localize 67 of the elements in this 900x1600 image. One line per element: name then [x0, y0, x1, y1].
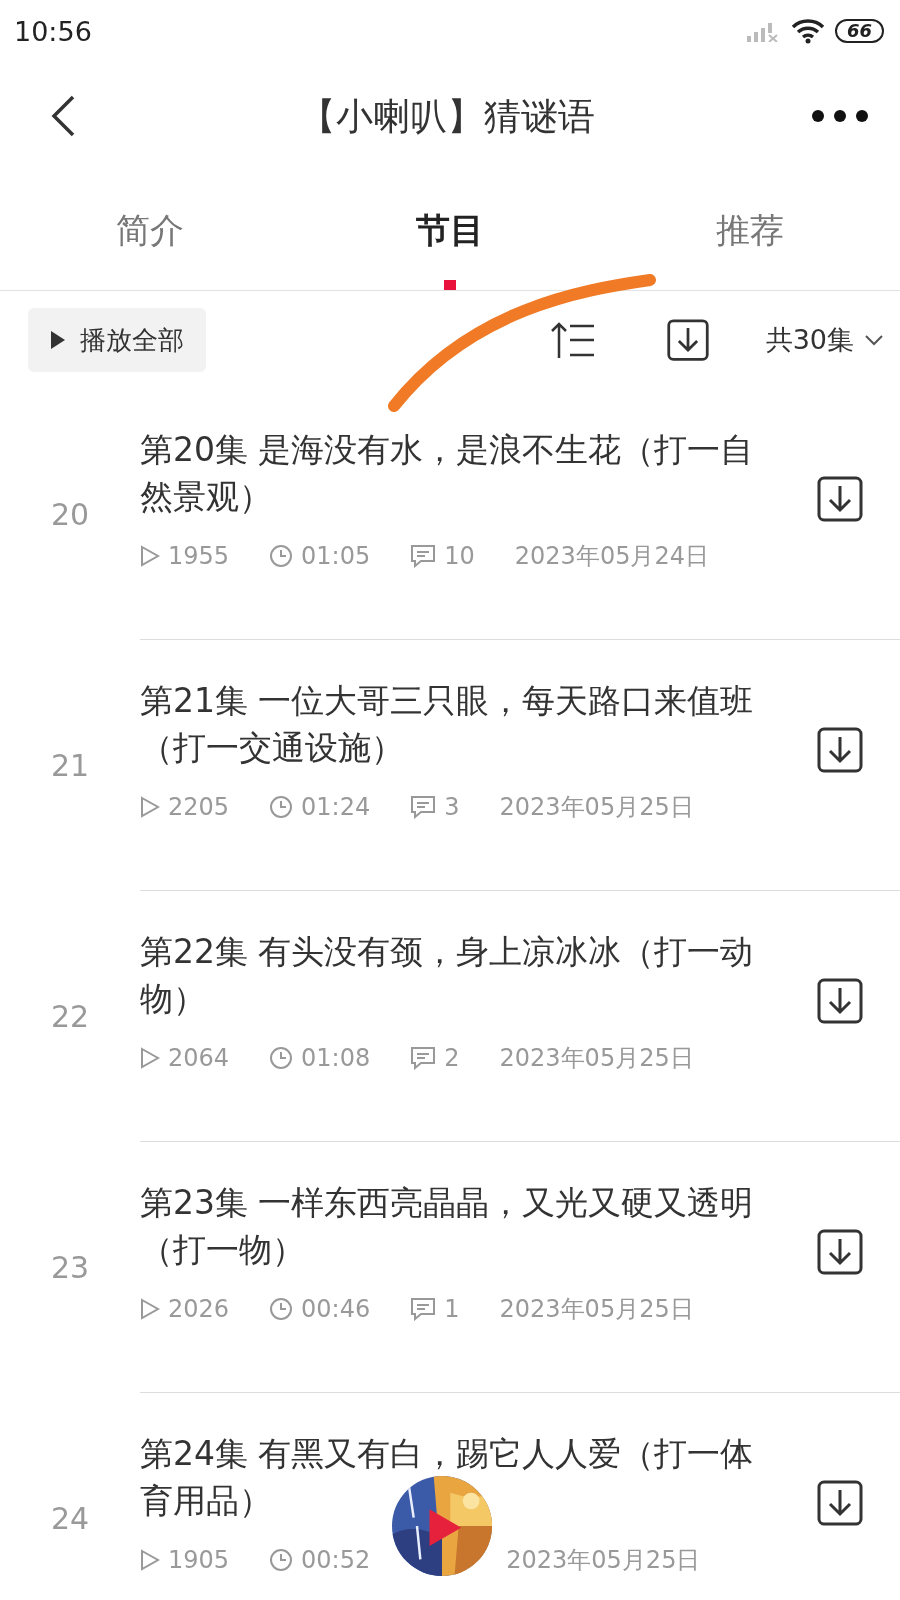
tab[interactable]: 节目	[300, 172, 600, 290]
download-button[interactable]	[816, 1228, 864, 1276]
episode-date: 2023年05月24日	[514, 541, 709, 572]
download-icon	[816, 1479, 864, 1527]
play-count: 1905	[168, 1546, 230, 1574]
play-count: 1955	[168, 542, 230, 570]
comment-count: 1	[444, 1295, 460, 1323]
clock-icon	[269, 544, 294, 568]
episode-date: 2023年05月25日	[499, 1294, 694, 1325]
episode-title[interactable]: 第23集 一样东西亮晶晶，又光又硬又透明（打一物）	[140, 1179, 765, 1273]
comment-count: 2	[444, 1044, 460, 1072]
sort-button[interactable]	[549, 320, 596, 360]
comment-icon	[410, 1046, 437, 1070]
episode-count-dropdown[interactable]: 共30集	[765, 322, 884, 358]
download-button[interactable]	[816, 1479, 864, 1527]
comment-icon	[410, 795, 437, 819]
play-icon	[140, 796, 160, 818]
download-all-button[interactable]	[665, 318, 710, 362]
episode-number: 21	[49, 747, 91, 785]
episode-duration: 01:24	[301, 793, 371, 821]
comment-count: 3	[444, 793, 460, 821]
play-count: 2064	[168, 1044, 230, 1072]
episode-title[interactable]: 第22集 有头没有颈，身上凉冰冰（打一动物）	[140, 928, 765, 1022]
episode-number: 22	[49, 998, 91, 1036]
comment-icon	[410, 544, 437, 568]
play-count: 2205	[168, 793, 230, 821]
play-icon	[140, 1298, 160, 1320]
download-icon	[816, 1228, 864, 1276]
tab[interactable]: 简介	[0, 172, 300, 290]
clock-icon	[269, 1548, 294, 1572]
play-icon	[140, 545, 160, 567]
wifi-icon	[790, 18, 825, 44]
tab[interactable]: 推荐	[600, 172, 900, 290]
episode-duration: 01:08	[301, 1044, 371, 1072]
play-count: 2026	[168, 1295, 230, 1323]
episode-duration: 01:05	[301, 542, 371, 570]
episode-number: 23	[49, 1249, 91, 1287]
episode-duration: 00:52	[301, 1546, 371, 1574]
comment-icon	[410, 1297, 437, 1321]
episode-date: 2023年05月25日	[499, 792, 694, 823]
download-button[interactable]	[816, 977, 864, 1025]
download-button[interactable]	[816, 726, 864, 774]
episode-number: 20	[49, 496, 91, 534]
episode-duration: 00:46	[301, 1295, 371, 1323]
download-icon	[816, 475, 864, 523]
episode-title[interactable]: 第21集 一位大哥三只眼，每天路口来值班（打一交通设施）	[140, 677, 765, 771]
download-button[interactable]	[816, 475, 864, 523]
download-icon	[665, 318, 710, 362]
clock-icon	[269, 1297, 294, 1321]
episode-date: 2023年05月25日	[499, 1043, 694, 1074]
clock-icon	[269, 795, 294, 819]
play-icon	[140, 1549, 160, 1571]
play-all-button[interactable]: 播放全部	[28, 308, 206, 372]
play-icon	[140, 1047, 160, 1069]
episode-title[interactable]: 第24集 有黑又有白，踢它人人爱（打一体育用品）	[140, 1430, 765, 1524]
download-icon	[816, 726, 864, 774]
clock-icon	[269, 1046, 294, 1070]
play-icon	[50, 330, 66, 350]
status-time: 10:56	[14, 15, 92, 47]
comment-count: 10	[444, 542, 475, 570]
episode-date: 2023年05月25日	[506, 1545, 701, 1576]
episode-title[interactable]: 第20集 是海没有水，是浪不生花（打一自然景观）	[140, 426, 765, 520]
chevron-down-icon	[864, 334, 884, 346]
page-title: 【小喇叭】猜谜语	[298, 94, 596, 140]
battery-indicator: 66	[834, 19, 884, 43]
episode-number: 24	[49, 1500, 91, 1538]
download-icon	[816, 977, 864, 1025]
